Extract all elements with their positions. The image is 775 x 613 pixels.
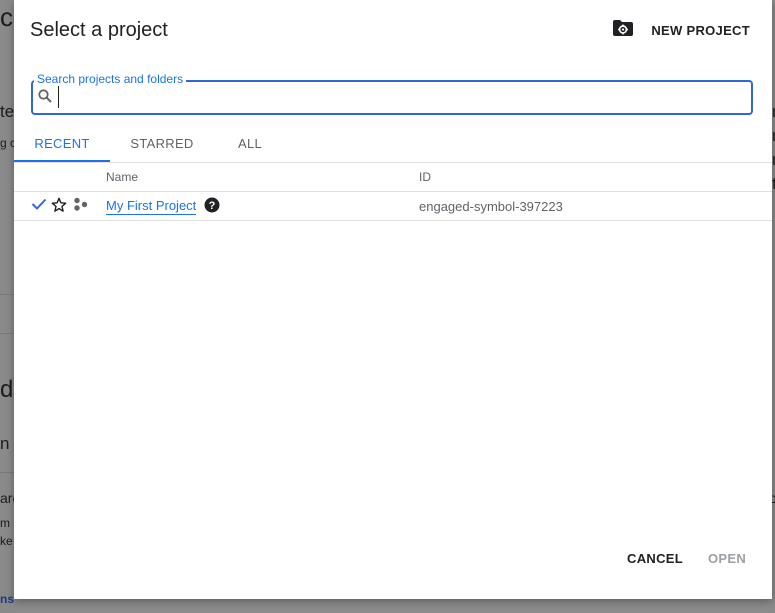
star-icon[interactable] — [51, 197, 67, 213]
help-icon[interactable]: ? — [204, 197, 220, 218]
tab-all[interactable]: ALL — [214, 126, 286, 160]
new-project-button[interactable]: NEW PROJECT — [613, 14, 750, 46]
header-divider — [14, 191, 772, 192]
project-type-icon — [73, 197, 89, 213]
background-link: ns — [0, 592, 15, 606]
cancel-button[interactable]: CANCEL — [627, 551, 683, 566]
tab-starred[interactable]: STARRED — [110, 126, 214, 160]
column-header-id[interactable]: ID — [419, 170, 431, 184]
folder-settings-icon — [613, 19, 634, 41]
project-id: engaged-symbol-397223 — [419, 199, 563, 214]
background-divider — [0, 472, 14, 473]
new-project-label: NEW PROJECT — [651, 22, 750, 38]
row-icons — [31, 197, 47, 216]
check-icon — [31, 197, 47, 216]
search-label: Search projects and folders — [34, 72, 187, 86]
select-project-dialog: Select a project NEW PROJECT Search proj… — [14, 0, 772, 599]
tab-recent[interactable]: RECENT — [14, 126, 110, 162]
background-divider — [0, 294, 14, 295]
search-icon — [38, 89, 52, 108]
svg-text:?: ? — [209, 200, 216, 212]
row-divider — [14, 220, 772, 221]
project-tabs: RECENT STARRED ALL — [14, 126, 286, 162]
background-divider — [0, 333, 14, 334]
background-text: m — [0, 516, 10, 530]
search-input[interactable] — [58, 86, 743, 108]
tabs-divider — [14, 162, 772, 163]
project-name-link[interactable]: My First Project — [106, 198, 197, 215]
background-text: ke — [0, 534, 13, 548]
dialog-title: Select a project — [30, 19, 168, 41]
background-text: te — [0, 102, 15, 121]
open-button[interactable]: OPEN — [708, 551, 746, 566]
column-header-name[interactable]: Name — [106, 170, 138, 184]
